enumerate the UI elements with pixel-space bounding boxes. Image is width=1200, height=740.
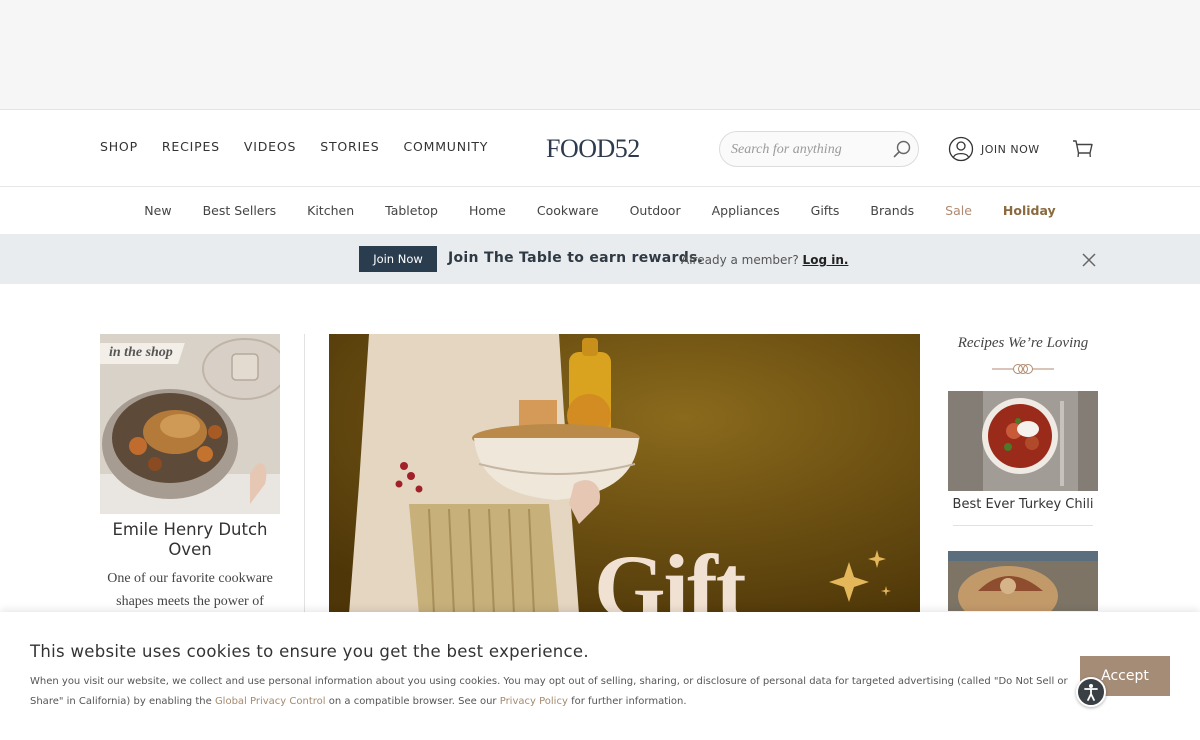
- close-icon[interactable]: [1081, 252, 1097, 268]
- category-outdoor[interactable]: Outdoor: [630, 203, 681, 218]
- nav-shop[interactable]: SHOP: [100, 139, 138, 154]
- member-prompt: Already a member?: [681, 253, 799, 267]
- cookie-body: When you visit our website, we collect a…: [30, 672, 1070, 712]
- turkey-chili-image[interactable]: [948, 391, 1098, 491]
- ornament-divider-icon: [992, 364, 1054, 374]
- cart-icon[interactable]: [1071, 137, 1095, 161]
- in-the-shop-tag: in the shop: [100, 343, 185, 364]
- category-best-sellers[interactable]: Best Sellers: [203, 203, 277, 218]
- user-icon: [948, 136, 974, 162]
- recipe-separator: [953, 525, 1093, 526]
- login-link[interactable]: Log in.: [803, 253, 849, 267]
- category-kitchen[interactable]: Kitchen: [307, 203, 354, 218]
- turkey-chili-illustration: [948, 391, 1098, 491]
- join-now-button[interactable]: Join Now: [359, 246, 437, 272]
- search-input[interactable]: [731, 140, 881, 160]
- category-brands[interactable]: Brands: [870, 203, 914, 218]
- search-box[interactable]: [719, 131, 919, 167]
- category-appliances[interactable]: Appliances: [712, 203, 780, 218]
- hero-gift-text: Gift: [594, 536, 746, 614]
- main-nav: SHOP RECIPES VIDEOS STORIES COMMUNITY: [100, 139, 512, 154]
- category-nav: New Best Sellers Kitchen Tabletop Home C…: [0, 188, 1200, 233]
- rewards-banner: Join Now Join The Table to earn rewards.…: [0, 234, 1200, 284]
- dutch-oven-image[interactable]: in the shop: [100, 334, 280, 514]
- nav-community[interactable]: COMMUNITY: [403, 139, 488, 154]
- join-now-link[interactable]: JOIN NOW: [981, 143, 1040, 156]
- category-home[interactable]: Home: [469, 203, 506, 218]
- recipes-panel: Recipes We’re Loving Best Ever Turkey Ch…: [948, 334, 1098, 611]
- category-cookware[interactable]: Cookware: [537, 203, 599, 218]
- recipe-image-2[interactable]: [948, 551, 1098, 611]
- nav-videos[interactable]: VIDEOS: [244, 139, 296, 154]
- search-icon[interactable]: [893, 140, 911, 158]
- account-link[interactable]: JOIN NOW: [948, 136, 1040, 162]
- nav-stories[interactable]: STORIES: [320, 139, 379, 154]
- shop-feature-card[interactable]: in the shop Emile Henry Dutch Oven One o…: [100, 334, 280, 613]
- cookie-text-3: for further information.: [571, 696, 687, 707]
- hero-banner[interactable]: Gift: [329, 334, 920, 614]
- global-privacy-control-link[interactable]: Global Privacy Control: [215, 696, 326, 707]
- rewards-headline: Join The Table to earn rewards.: [448, 250, 704, 266]
- privacy-policy-link[interactable]: Privacy Policy: [500, 696, 568, 707]
- category-new[interactable]: New: [144, 203, 171, 218]
- column-divider: [304, 334, 305, 614]
- pie-illustration: [948, 551, 1098, 611]
- category-holiday[interactable]: Holiday: [1003, 203, 1056, 218]
- shop-card-description: One of our favorite cookware shapes meet…: [107, 571, 273, 609]
- cookie-banner: This website uses cookies to ensure you …: [0, 612, 1200, 740]
- accessibility-icon: [1084, 684, 1098, 701]
- shop-card-title[interactable]: Emile Henry Dutch Oven: [100, 520, 280, 560]
- category-sale[interactable]: Sale: [945, 203, 972, 218]
- cookie-text-2: on a compatible browser. See our: [328, 696, 497, 707]
- site-logo[interactable]: FOOD52: [546, 134, 640, 164]
- cookie-title: This website uses cookies to ensure you …: [30, 642, 589, 661]
- category-tabletop[interactable]: Tabletop: [385, 203, 438, 218]
- recipes-heading: Recipes We’re Loving: [957, 335, 1089, 351]
- accessibility-button[interactable]: [1076, 677, 1106, 707]
- nav-recipes[interactable]: RECIPES: [162, 139, 220, 154]
- ad-banner-area: [0, 0, 1200, 110]
- category-gifts[interactable]: Gifts: [811, 203, 840, 218]
- recipe-title[interactable]: Best Ever Turkey Chili: [948, 497, 1098, 512]
- rewards-member-text: Already a member? Log in.: [681, 253, 848, 267]
- site-header: SHOP RECIPES VIDEOS STORIES COMMUNITY FO…: [0, 110, 1200, 187]
